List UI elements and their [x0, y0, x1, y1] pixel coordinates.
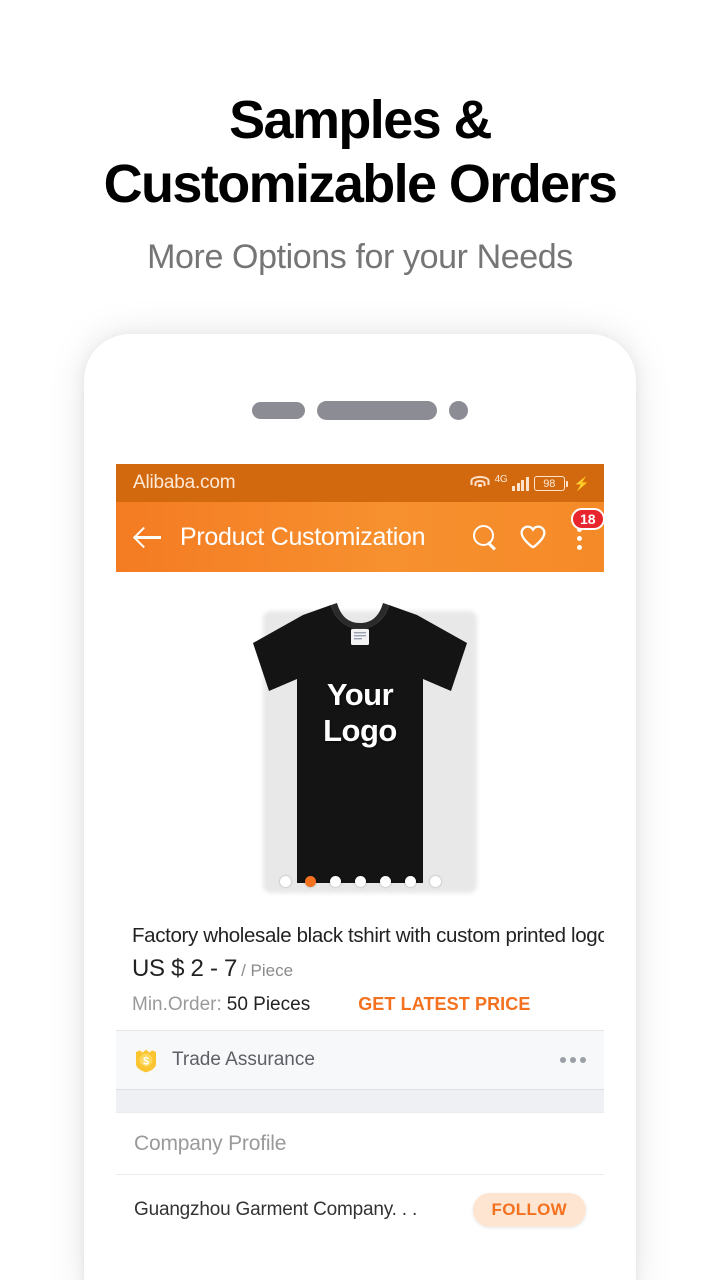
gallery-dot-active[interactable]	[304, 875, 316, 887]
network-type-label: 4G	[494, 474, 508, 485]
wifi-icon	[470, 476, 490, 491]
promo-header: Samples & Customizable Orders More Optio…	[0, 0, 720, 277]
battery-icon: 98	[533, 476, 568, 491]
company-name: Guangzhou Garment Company. . .	[134, 1199, 418, 1220]
signal-bars-icon	[512, 476, 529, 491]
status-bar-brand: Alibaba.com	[133, 472, 236, 493]
min-order-label: Min.Order:	[132, 994, 222, 1015]
get-latest-price-button[interactable]: GET LATEST PRICE	[358, 994, 530, 1015]
product-gallery[interactable]: Your Logo	[116, 572, 604, 917]
trade-assurance-row[interactable]: $ Trade Assurance	[116, 1031, 604, 1089]
gallery-dot[interactable]	[429, 875, 441, 887]
product-image[interactable]: Your Logo	[245, 595, 477, 895]
promo-title-line-2: Customizable Orders	[103, 154, 618, 214]
product-info: Factory wholesale black tshirt with cust…	[116, 917, 604, 1030]
status-bar: Alibaba.com 4G 98 ⚡	[116, 464, 604, 502]
trade-assurance-shield-icon: $	[136, 1049, 156, 1073]
phone-bezel-top	[84, 334, 636, 464]
product-min-order-row: Min.Order: 50 Pieces GET LATEST PRICE	[132, 994, 588, 1016]
section-gap	[116, 1089, 604, 1113]
product-price: US $ 2 - 7	[132, 955, 238, 982]
gallery-dot[interactable]	[279, 875, 291, 887]
company-row[interactable]: Guangzhou Garment Company. . . FOLLOW	[116, 1175, 604, 1245]
app-bar-actions: 18	[472, 507, 604, 550]
gallery-pagination-dots[interactable]	[245, 875, 475, 887]
heart-icon[interactable]	[519, 524, 547, 550]
charging-bolt-icon: ⚡	[573, 476, 590, 491]
gallery-dot[interactable]	[354, 875, 366, 887]
gallery-dot[interactable]	[329, 875, 341, 887]
svg-text:$: $	[143, 1055, 149, 1067]
phone-screen: Alibaba.com 4G 98 ⚡ Product Customizatio…	[116, 464, 604, 1280]
app-bar: Product Customization 18	[116, 502, 604, 572]
product-price-row: US $ 2 - 7 / Piece	[132, 955, 588, 983]
phone-notch-row	[84, 401, 636, 420]
product-price-unit: / Piece	[241, 961, 294, 980]
page-title: Product Customization	[180, 522, 426, 551]
front-camera-icon	[252, 402, 305, 419]
tshirt-logo-line-1: Your	[326, 676, 394, 712]
follow-button[interactable]: FOLLOW	[472, 1193, 586, 1227]
phone-mockup: Alibaba.com 4G 98 ⚡ Product Customizatio…	[84, 334, 636, 1280]
status-bar-icons: 4G 98 ⚡	[470, 474, 590, 491]
promo-subtitle: More Options for your Needs	[147, 238, 573, 276]
trade-assurance-label: Trade Assurance	[172, 1049, 315, 1070]
back-arrow-icon[interactable]	[134, 522, 164, 552]
more-horizontal-icon[interactable]	[560, 1057, 586, 1063]
tshirt-logo-line-2: Logo	[323, 712, 397, 748]
notification-badge: 18	[571, 507, 604, 530]
earpiece-speaker-icon	[317, 401, 437, 420]
search-icon[interactable]	[472, 524, 498, 550]
gallery-dot[interactable]	[404, 875, 416, 887]
tshirt-logo-text: Your Logo	[245, 677, 475, 749]
promo-page: Samples & Customizable Orders More Optio…	[0, 0, 720, 1280]
company-profile-title: Company Profile	[134, 1131, 287, 1155]
more-vertical-icon[interactable]: 18	[568, 507, 604, 550]
company-profile-header: Company Profile	[116, 1113, 604, 1175]
product-title: Factory wholesale black tshirt with cust…	[132, 924, 604, 947]
promo-title-line-1: Samples &	[229, 90, 492, 150]
proximity-sensor-icon	[449, 401, 468, 420]
min-order-value: 50 Pieces	[226, 994, 311, 1015]
gallery-dot[interactable]	[379, 875, 391, 887]
